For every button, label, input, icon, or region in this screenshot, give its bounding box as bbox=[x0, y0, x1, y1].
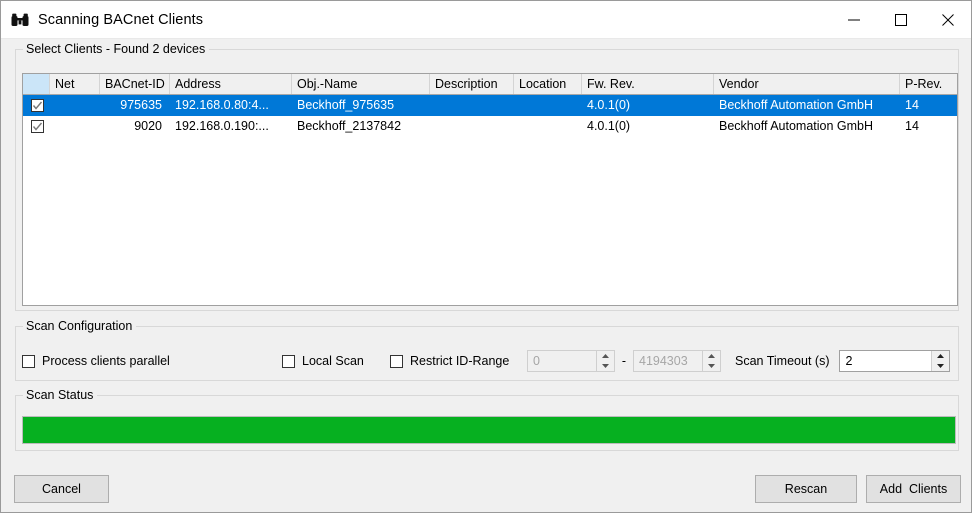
column-header-address[interactable]: Address bbox=[170, 74, 292, 94]
scan-progress-fill bbox=[23, 417, 955, 443]
column-header-location[interactable]: Location bbox=[514, 74, 582, 94]
column-header-fw-rev[interactable]: Fw. Rev. bbox=[582, 74, 714, 94]
local-scan-label: Local Scan bbox=[302, 354, 364, 368]
checkbox-checked-icon[interactable] bbox=[31, 99, 44, 112]
row-checkbox-cell[interactable] bbox=[23, 116, 50, 137]
cell-description bbox=[430, 95, 514, 116]
restrict-id-range-checkbox[interactable]: Restrict ID-Range bbox=[390, 354, 527, 368]
restrict-id-range-label: Restrict ID-Range bbox=[410, 354, 510, 368]
id-range-from-value[interactable]: 0 bbox=[528, 354, 596, 368]
cell-p-rev: 14 bbox=[905, 98, 919, 112]
id-range-to-value[interactable]: 4194303 bbox=[634, 354, 702, 368]
cell-vendor: Beckhoff Automation GmbH bbox=[719, 98, 874, 112]
process-clients-parallel-label: Process clients parallel bbox=[42, 354, 170, 368]
process-clients-parallel-checkbox[interactable]: Process clients parallel bbox=[22, 354, 282, 368]
scan-configuration-legend: Scan Configuration bbox=[23, 319, 137, 333]
table-row[interactable]: 975635 192.168.0.80:4... Beckhoff_975635… bbox=[23, 95, 957, 116]
cell-fw-rev: 4.0.1(0) bbox=[587, 119, 631, 133]
column-header-net[interactable]: Net bbox=[50, 74, 100, 94]
cell-obj-name: Beckhoff_975635 bbox=[297, 98, 395, 112]
id-range-to-stepper[interactable] bbox=[702, 351, 720, 371]
column-header-select-all[interactable] bbox=[23, 74, 50, 94]
checkbox-unchecked-icon[interactable] bbox=[282, 354, 295, 368]
checkbox-unchecked-icon[interactable] bbox=[390, 354, 403, 368]
cell-net bbox=[50, 116, 100, 137]
stepper-up-icon[interactable] bbox=[703, 351, 720, 361]
scanning-bacnet-clients-dialog: Scanning BACnet Clients Select Clients -… bbox=[0, 0, 972, 513]
scan-timeout-value[interactable]: 2 bbox=[840, 354, 931, 368]
cancel-button[interactable]: Cancel bbox=[14, 475, 109, 503]
cell-obj-name: Beckhoff_2137842 bbox=[297, 119, 402, 133]
stepper-down-icon[interactable] bbox=[703, 361, 720, 371]
cell-location bbox=[514, 116, 582, 137]
add-clients-button[interactable]: Add Clients bbox=[866, 475, 961, 503]
binoculars-icon bbox=[10, 10, 30, 30]
local-scan-checkbox[interactable]: Local Scan bbox=[282, 354, 390, 368]
column-header-p-rev[interactable]: P-Rev. bbox=[900, 74, 957, 94]
stepper-down-icon[interactable] bbox=[597, 361, 614, 371]
cell-net bbox=[50, 95, 100, 116]
cell-bacnet-id: 9020 bbox=[134, 119, 162, 133]
minimize-icon bbox=[847, 19, 860, 20]
clients-list[interactable]: Net BACnet-ID Address Obj.-Name Descript… bbox=[22, 73, 958, 306]
stepper-up-icon[interactable] bbox=[932, 351, 949, 361]
cell-description bbox=[430, 116, 514, 137]
minimize-button[interactable] bbox=[830, 1, 877, 38]
scan-progress-bar bbox=[22, 416, 956, 444]
column-header-description[interactable]: Description bbox=[430, 74, 514, 94]
row-checkbox-cell[interactable] bbox=[23, 95, 50, 116]
cell-fw-rev: 4.0.1(0) bbox=[587, 98, 631, 112]
column-header-vendor[interactable]: Vendor bbox=[714, 74, 900, 94]
title-bar: Scanning BACnet Clients bbox=[1, 1, 971, 39]
rescan-button[interactable]: Rescan bbox=[755, 475, 857, 503]
maximize-button[interactable] bbox=[877, 1, 924, 38]
cell-bacnet-id: 975635 bbox=[120, 98, 162, 112]
column-header-obj-name[interactable]: Obj.-Name bbox=[292, 74, 430, 94]
scan-timeout-stepper[interactable] bbox=[931, 351, 950, 371]
id-range-from-spinner[interactable]: 0 bbox=[527, 350, 615, 372]
close-button[interactable] bbox=[924, 1, 971, 38]
scan-status-legend: Scan Status bbox=[23, 388, 98, 402]
stepper-up-icon[interactable] bbox=[597, 351, 614, 361]
id-range-separator: - bbox=[621, 354, 627, 368]
cell-address: 192.168.0.80:4... bbox=[175, 98, 269, 112]
maximize-icon bbox=[894, 13, 907, 26]
cell-vendor: Beckhoff Automation GmbH bbox=[719, 119, 874, 133]
cell-location bbox=[514, 95, 582, 116]
id-range-to-spinner[interactable]: 4194303 bbox=[633, 350, 721, 372]
id-range-from-stepper[interactable] bbox=[596, 351, 614, 371]
window-controls bbox=[830, 1, 971, 38]
clients-list-header: Net BACnet-ID Address Obj.-Name Descript… bbox=[23, 74, 957, 95]
table-row[interactable]: 9020 192.168.0.190:... Beckhoff_2137842 … bbox=[23, 116, 957, 137]
scan-timeout-spinner[interactable]: 2 bbox=[839, 350, 951, 372]
close-icon bbox=[941, 13, 954, 26]
checkbox-unchecked-icon[interactable] bbox=[22, 354, 35, 368]
clients-list-body: 975635 192.168.0.80:4... Beckhoff_975635… bbox=[23, 95, 957, 137]
checkbox-checked-icon[interactable] bbox=[31, 120, 44, 133]
window-title: Scanning BACnet Clients bbox=[38, 11, 204, 28]
scan-timeout-label: Scan Timeout (s) bbox=[735, 354, 830, 368]
column-header-bacnet-id[interactable]: BACnet-ID bbox=[100, 74, 170, 94]
select-clients-legend: Select Clients - Found 2 devices bbox=[23, 42, 210, 56]
stepper-down-icon[interactable] bbox=[932, 361, 949, 371]
cell-address: 192.168.0.190:... bbox=[175, 119, 269, 133]
scan-configuration-controls: Process clients parallel Local Scan Rest… bbox=[22, 349, 952, 373]
cell-p-rev: 14 bbox=[905, 119, 919, 133]
footer-divider bbox=[1, 459, 971, 460]
